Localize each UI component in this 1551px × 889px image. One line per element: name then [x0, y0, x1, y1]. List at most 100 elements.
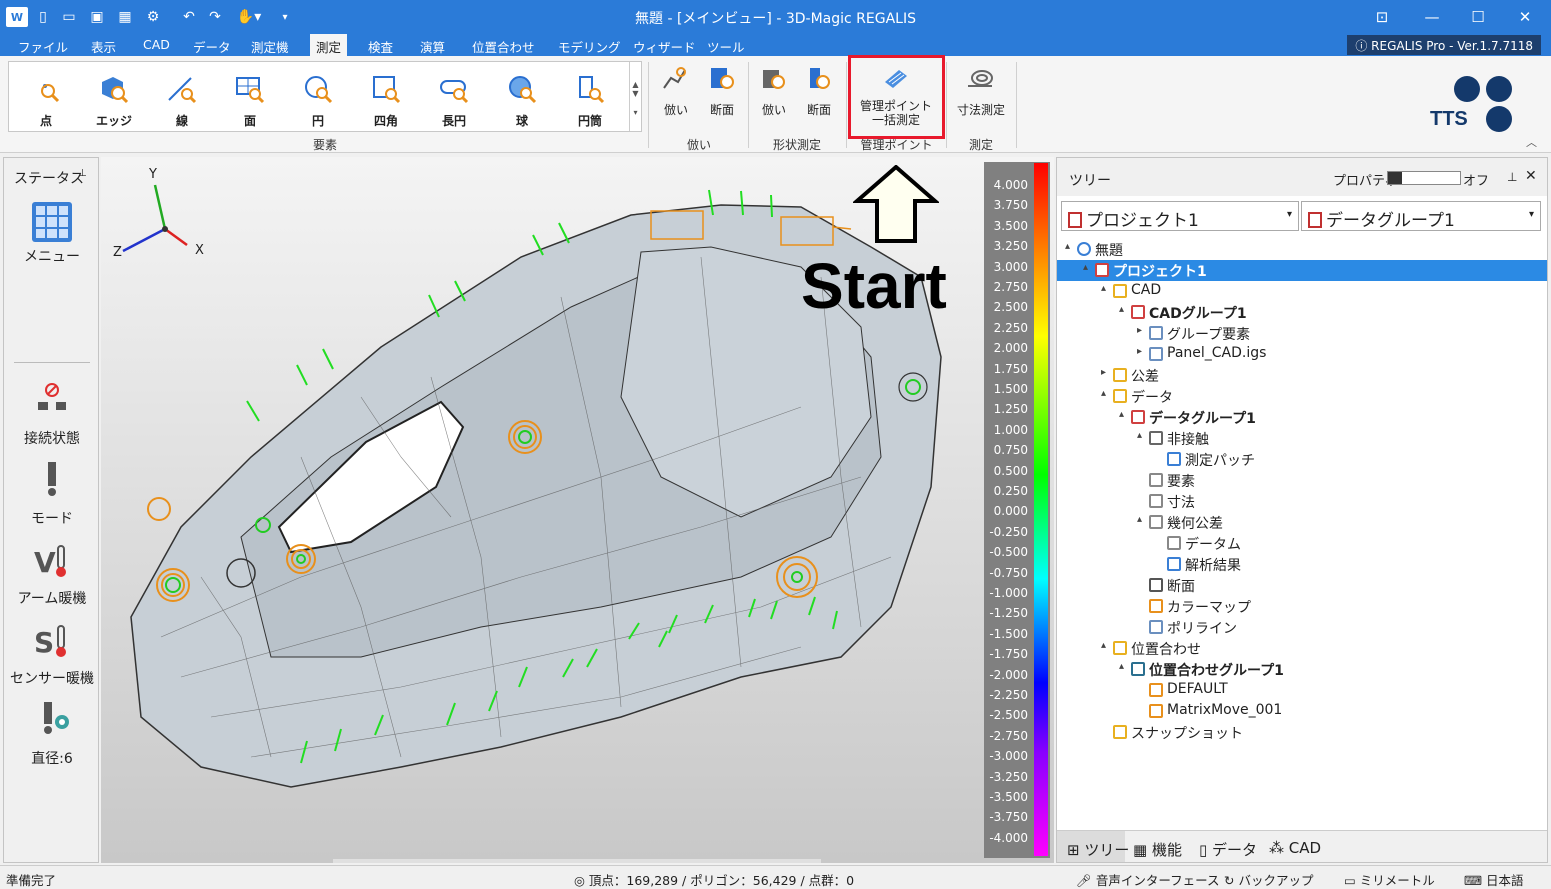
tree-item[interactable]: ▸ Panel_CAD.igs — [1057, 344, 1547, 365]
tree-expander-icon[interactable]: ▴ — [1137, 514, 1142, 525]
colormap-tick-label: 0.750 — [993, 443, 1028, 458]
minimize-button[interactable]: — — [1412, 5, 1452, 29]
tree-item[interactable]: スナップショット — [1057, 722, 1547, 743]
gallery-scroll[interactable]: ▲ ▼ ▾ — [629, 62, 641, 131]
circle-button[interactable]: 円 — [285, 68, 351, 130]
tab-tree[interactable]: ⊞ ツリー — [1067, 839, 1129, 860]
diameter-status[interactable]: 直径:6 — [4, 700, 100, 768]
tree-item[interactable]: ▸ 公差 — [1057, 365, 1547, 386]
tree-item[interactable]: ▴ データ — [1057, 386, 1547, 407]
tree-item[interactable]: 要素 — [1057, 470, 1547, 491]
tree-item[interactable]: ▴ 位置合わせ — [1057, 638, 1547, 659]
tree-item[interactable]: カラーマップ — [1057, 596, 1547, 617]
mode-status[interactable]: モード — [4, 460, 100, 528]
pin-icon[interactable]: ⊥ — [1507, 170, 1517, 184]
tab-functions[interactable]: ▦ 機能 — [1133, 839, 1182, 860]
slot-label: 長円 — [441, 114, 466, 128]
tree-item[interactable]: ▴ 位置合わせグループ1 — [1057, 659, 1547, 680]
menu-data[interactable]: データ — [193, 37, 231, 56]
pin-icon[interactable]: ⊥ — [78, 168, 87, 179]
tree-expander-icon[interactable]: ▸ — [1101, 367, 1106, 378]
copy-section-button[interactable]: 断面 — [702, 64, 742, 118]
menu-button[interactable]: メニュー — [4, 202, 100, 266]
tree-item[interactable]: ▴ CADグループ1 — [1057, 302, 1547, 323]
tree-item[interactable]: ▴ 非接触 — [1057, 428, 1547, 449]
tree-item[interactable]: ▴ CAD — [1057, 281, 1547, 302]
tree-item[interactable]: 解析結果 — [1057, 554, 1547, 575]
property-toggle[interactable] — [1387, 171, 1461, 185]
colormap-tick-label: 1.500 — [993, 382, 1028, 396]
tree-item[interactable]: データム — [1057, 533, 1547, 554]
menu-compute[interactable]: 演算 — [420, 37, 445, 56]
language-selector[interactable]: ⌨ 日本語 — [1464, 870, 1524, 889]
tree-expander-icon[interactable]: ▴ — [1119, 661, 1124, 672]
edge-button[interactable]: エッジ — [81, 68, 147, 130]
backup[interactable]: ↻ バックアップ — [1224, 870, 1313, 889]
colormap-tick-label: 1.750 — [993, 361, 1028, 376]
point-button[interactable]: 点 — [13, 68, 79, 130]
tree-item[interactable]: ▴ 無題 — [1057, 239, 1547, 260]
close-button[interactable]: ✕ — [1505, 5, 1545, 29]
tree-expander-icon[interactable]: ▴ — [1137, 430, 1142, 441]
tab-data[interactable]: ▯ データ — [1199, 839, 1257, 860]
menu-inspect[interactable]: 検査 — [368, 37, 393, 56]
tree-expander-icon[interactable]: ▴ — [1101, 640, 1106, 651]
maximize-button[interactable]: ☐ — [1458, 5, 1498, 29]
sphere-button[interactable]: 球 — [489, 68, 555, 130]
menu-file[interactable]: ファイル — [18, 37, 68, 56]
menu-measure[interactable]: 測定 — [310, 34, 348, 56]
group-separator — [648, 62, 649, 148]
tree-item[interactable]: 測定パッチ — [1057, 449, 1547, 470]
shape-section-button[interactable]: 断面 — [799, 64, 839, 118]
tree-expander-icon[interactable]: ▸ — [1137, 325, 1142, 336]
tree-item[interactable]: DEFAULT — [1057, 680, 1547, 701]
collapse-ribbon-icon[interactable]: ︿ — [1526, 134, 1537, 150]
tree-item[interactable]: ▴ 幾何公差 — [1057, 512, 1547, 533]
restore-ribbon-icon[interactable]: ⊡ — [1362, 5, 1402, 29]
3d-viewport[interactable]: Y X Z Start — [101, 157, 1054, 863]
language-label: 日本語 — [1486, 873, 1524, 888]
folder-icon — [1113, 389, 1127, 403]
tree-item[interactable]: ポリライン — [1057, 617, 1547, 638]
tree-expander-icon[interactable]: ▴ — [1101, 388, 1106, 399]
tree-item[interactable]: 断面 — [1057, 575, 1547, 596]
unit-selector[interactable]: ▭ ミリメートル — [1344, 870, 1435, 889]
menu-alignment[interactable]: 位置合わせ — [472, 37, 535, 56]
tree-expander-icon[interactable]: ▴ — [1083, 262, 1088, 273]
tree-item[interactable]: ▴ プロジェクト1 — [1057, 260, 1547, 281]
line-button[interactable]: 線 — [149, 68, 215, 130]
rectangle-button[interactable]: 四角 — [353, 68, 419, 130]
menu-machine[interactable]: 測定機 — [251, 37, 289, 56]
close-icon[interactable]: ✕ — [1525, 168, 1537, 184]
connection-status[interactable]: 接続状態 — [4, 380, 100, 448]
menu-tools[interactable]: ツール — [707, 37, 745, 56]
cad-group-icon — [1131, 305, 1145, 319]
sensor-warmup-status[interactable]: S センサー暖機 — [4, 620, 100, 688]
tree-expander-icon[interactable]: ▴ — [1065, 241, 1070, 252]
menu-wizard[interactable]: ウィザード — [633, 37, 696, 56]
viewport-hscroll[interactable] — [333, 859, 821, 863]
voice-interface[interactable]: 🎤︎ 音声インターフェース — [1076, 870, 1219, 889]
tree-expander-icon[interactable]: ▸ — [1137, 346, 1142, 357]
tree-expander-icon[interactable]: ▴ — [1101, 283, 1106, 294]
tab-cad[interactable]: ⁂ CAD — [1269, 839, 1321, 857]
menu-view[interactable]: 表示 — [91, 37, 116, 56]
plane-button[interactable]: 面 — [217, 68, 283, 130]
shape-scan-button[interactable]: 倣い — [754, 64, 794, 118]
menu-cad[interactable]: CAD — [143, 37, 170, 52]
tree-item[interactable]: MatrixMove_001 — [1057, 701, 1547, 722]
tree-item[interactable]: ▸ グループ要素 — [1057, 323, 1547, 344]
slot-button[interactable]: 長円 — [421, 68, 487, 130]
menu-modeling[interactable]: モデリング — [558, 37, 621, 56]
tree-expander-icon[interactable]: ▴ — [1119, 409, 1124, 420]
data-group-combo[interactable]: データグループ1 ▾ — [1301, 201, 1541, 231]
group-separator — [1016, 62, 1017, 148]
arm-warmup-status[interactable]: V アーム暖機 — [4, 540, 100, 608]
dimension-measure-button[interactable]: 寸法測定 — [952, 64, 1010, 118]
project-combo[interactable]: プロジェクト1 ▾ — [1061, 201, 1299, 231]
copy-scan-button[interactable]: 倣い — [656, 64, 696, 118]
cylinder-button[interactable]: 円筒 — [557, 68, 623, 130]
tree-item[interactable]: ▴ データグループ1 — [1057, 407, 1547, 428]
tree-expander-icon[interactable]: ▴ — [1119, 304, 1124, 315]
tree-item[interactable]: 寸法 — [1057, 491, 1547, 512]
